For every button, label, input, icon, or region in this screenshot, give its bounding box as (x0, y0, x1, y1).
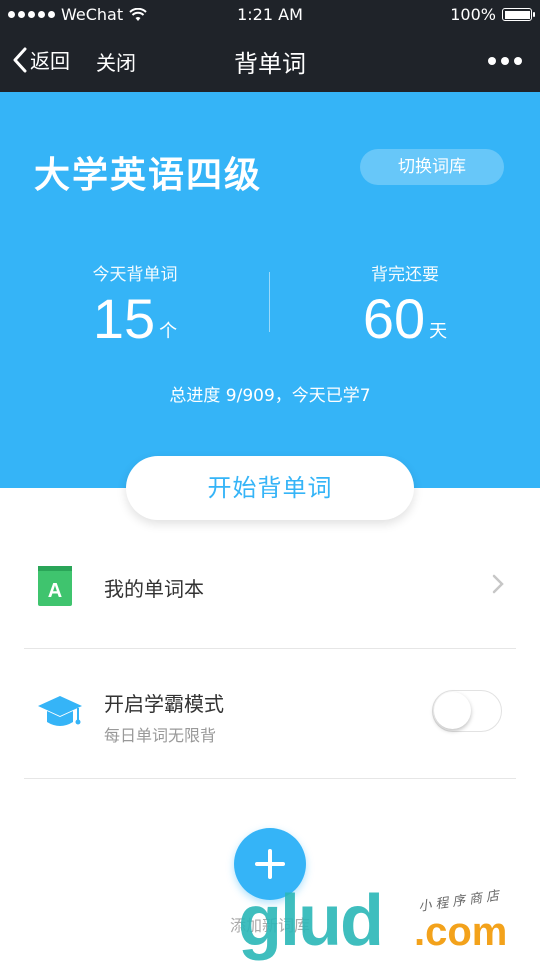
toggle-knob (434, 692, 471, 729)
battery-percent: 100% (450, 5, 496, 24)
nav-bar: 返回 关闭 背单词 (0, 30, 540, 92)
master-mode-row: 开启学霸模式 每日单词无限背 (24, 650, 516, 779)
back-label: 返回 (30, 49, 70, 73)
switch-wordbook-button[interactable]: 切换词库 (360, 149, 504, 185)
book-icon: A (36, 564, 76, 612)
today-words-count: 15 (92, 287, 156, 350)
days-remaining-value-group: 60 天 (270, 289, 540, 349)
days-remaining-count: 60 (362, 287, 426, 350)
today-words-unit: 个 (159, 321, 178, 342)
wordbook-title: 大学英语四级 (34, 155, 263, 196)
wordbook-row[interactable]: A 我的单词本 (24, 528, 516, 649)
page-title: 背单词 (234, 50, 306, 78)
days-remaining-label: 背完还要 (371, 265, 439, 285)
master-mode-toggle[interactable] (432, 690, 502, 732)
start-learning-button[interactable]: 开始背单词 (126, 456, 414, 520)
master-mode-label: 开启学霸模式 (104, 692, 224, 716)
today-words-value-group: 15 个 (0, 289, 270, 349)
wordbook-label: 我的单词本 (104, 577, 204, 601)
add-wordbook-button[interactable] (234, 828, 306, 900)
status-bar: WeChat 1:21 AM 100% (0, 0, 540, 30)
status-right: 100% (450, 5, 535, 24)
today-words-label: 今天背单词 (92, 265, 178, 285)
book-icon-letter: A (48, 580, 62, 602)
more-menu-icon[interactable] (488, 57, 522, 65)
chevron-left-icon (13, 47, 27, 72)
chevron-right-icon (492, 574, 504, 594)
master-mode-subtitle: 每日单词无限背 (104, 726, 217, 745)
graduation-cap-icon (36, 692, 84, 736)
progress-text: 总进度 9/909，今天已学7 (169, 386, 371, 406)
days-remaining-unit: 天 (429, 321, 448, 342)
today-words-stat: 今天背单词 15 个 (0, 260, 270, 349)
battery-icon (502, 8, 535, 21)
back-button[interactable]: 返回 (12, 45, 70, 74)
days-remaining-stat: 背完还要 60 天 (270, 260, 540, 349)
add-wordbook-label: 添加新词库 (229, 916, 310, 935)
hero-panel: 大学英语四级 切换词库 今天背单词 15 个 背完还要 60 天 总进度 9/9… (0, 92, 540, 488)
watermark-cn: 小程序商店 (417, 888, 504, 915)
close-button[interactable]: 关闭 (96, 47, 136, 76)
